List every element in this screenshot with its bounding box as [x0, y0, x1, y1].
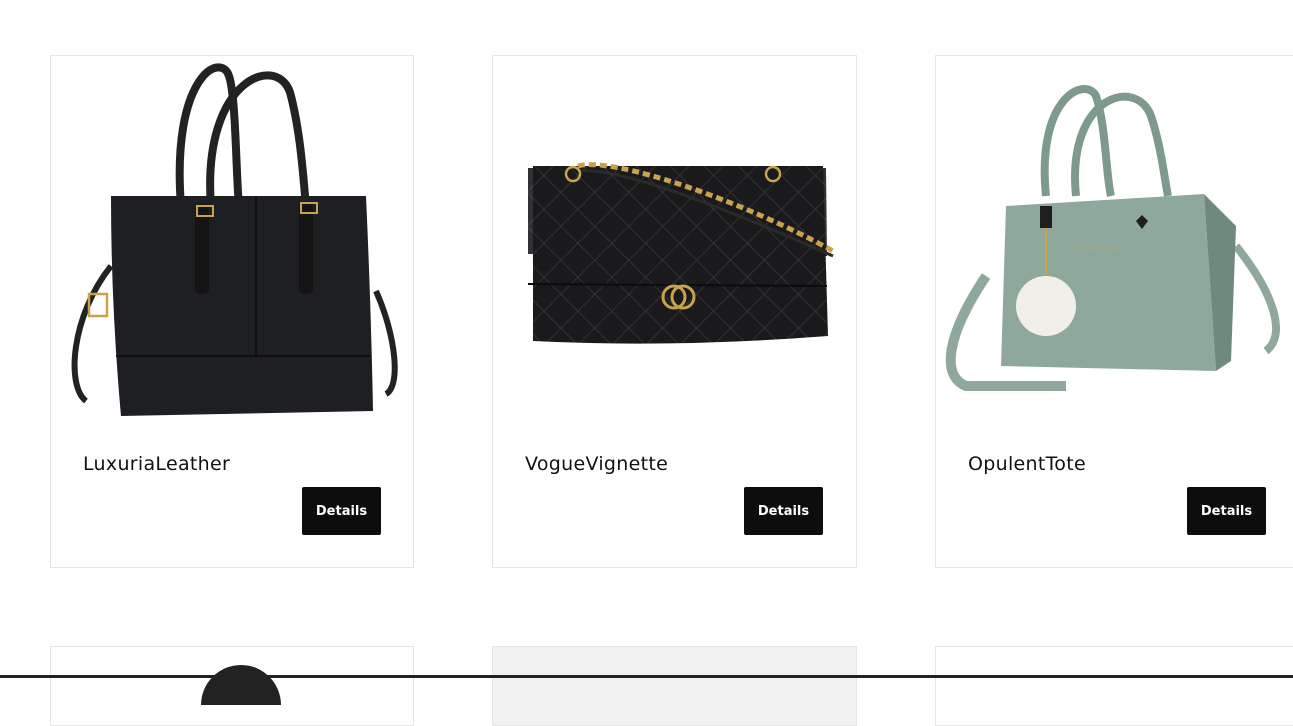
product-image[interactable] — [493, 56, 855, 436]
product-card[interactable] — [492, 646, 857, 726]
product-card-opulenttote[interactable]: ~~~~ OpulentTote Details — [935, 55, 1293, 568]
product-image[interactable]: ~~~~ — [936, 56, 1293, 436]
quilted-black-flap-bag-image — [527, 162, 835, 344]
product-title: VogueVignette — [525, 453, 669, 475]
product-card-luxurialeather[interactable]: LuxuriaLeather Details — [50, 55, 414, 568]
details-button[interactable]: Details — [1187, 487, 1266, 535]
product-card[interactable] — [935, 646, 1293, 726]
details-button[interactable]: Details — [302, 487, 381, 535]
product-card[interactable] — [50, 646, 414, 726]
bag-handle-peek — [201, 665, 281, 705]
product-image[interactable] — [51, 56, 413, 436]
details-button[interactable]: Details — [744, 487, 823, 535]
green-handbag-image: ~~~~ — [945, 85, 1280, 391]
product-title: LuxuriaLeather — [83, 453, 231, 475]
product-card-voguevignette[interactable]: VogueVignette Details — [492, 55, 857, 568]
product-title: OpulentTote — [968, 453, 1086, 475]
svg-text:~~~~: ~~~~ — [1076, 242, 1123, 258]
black-tote-bag-image — [71, 63, 398, 416]
